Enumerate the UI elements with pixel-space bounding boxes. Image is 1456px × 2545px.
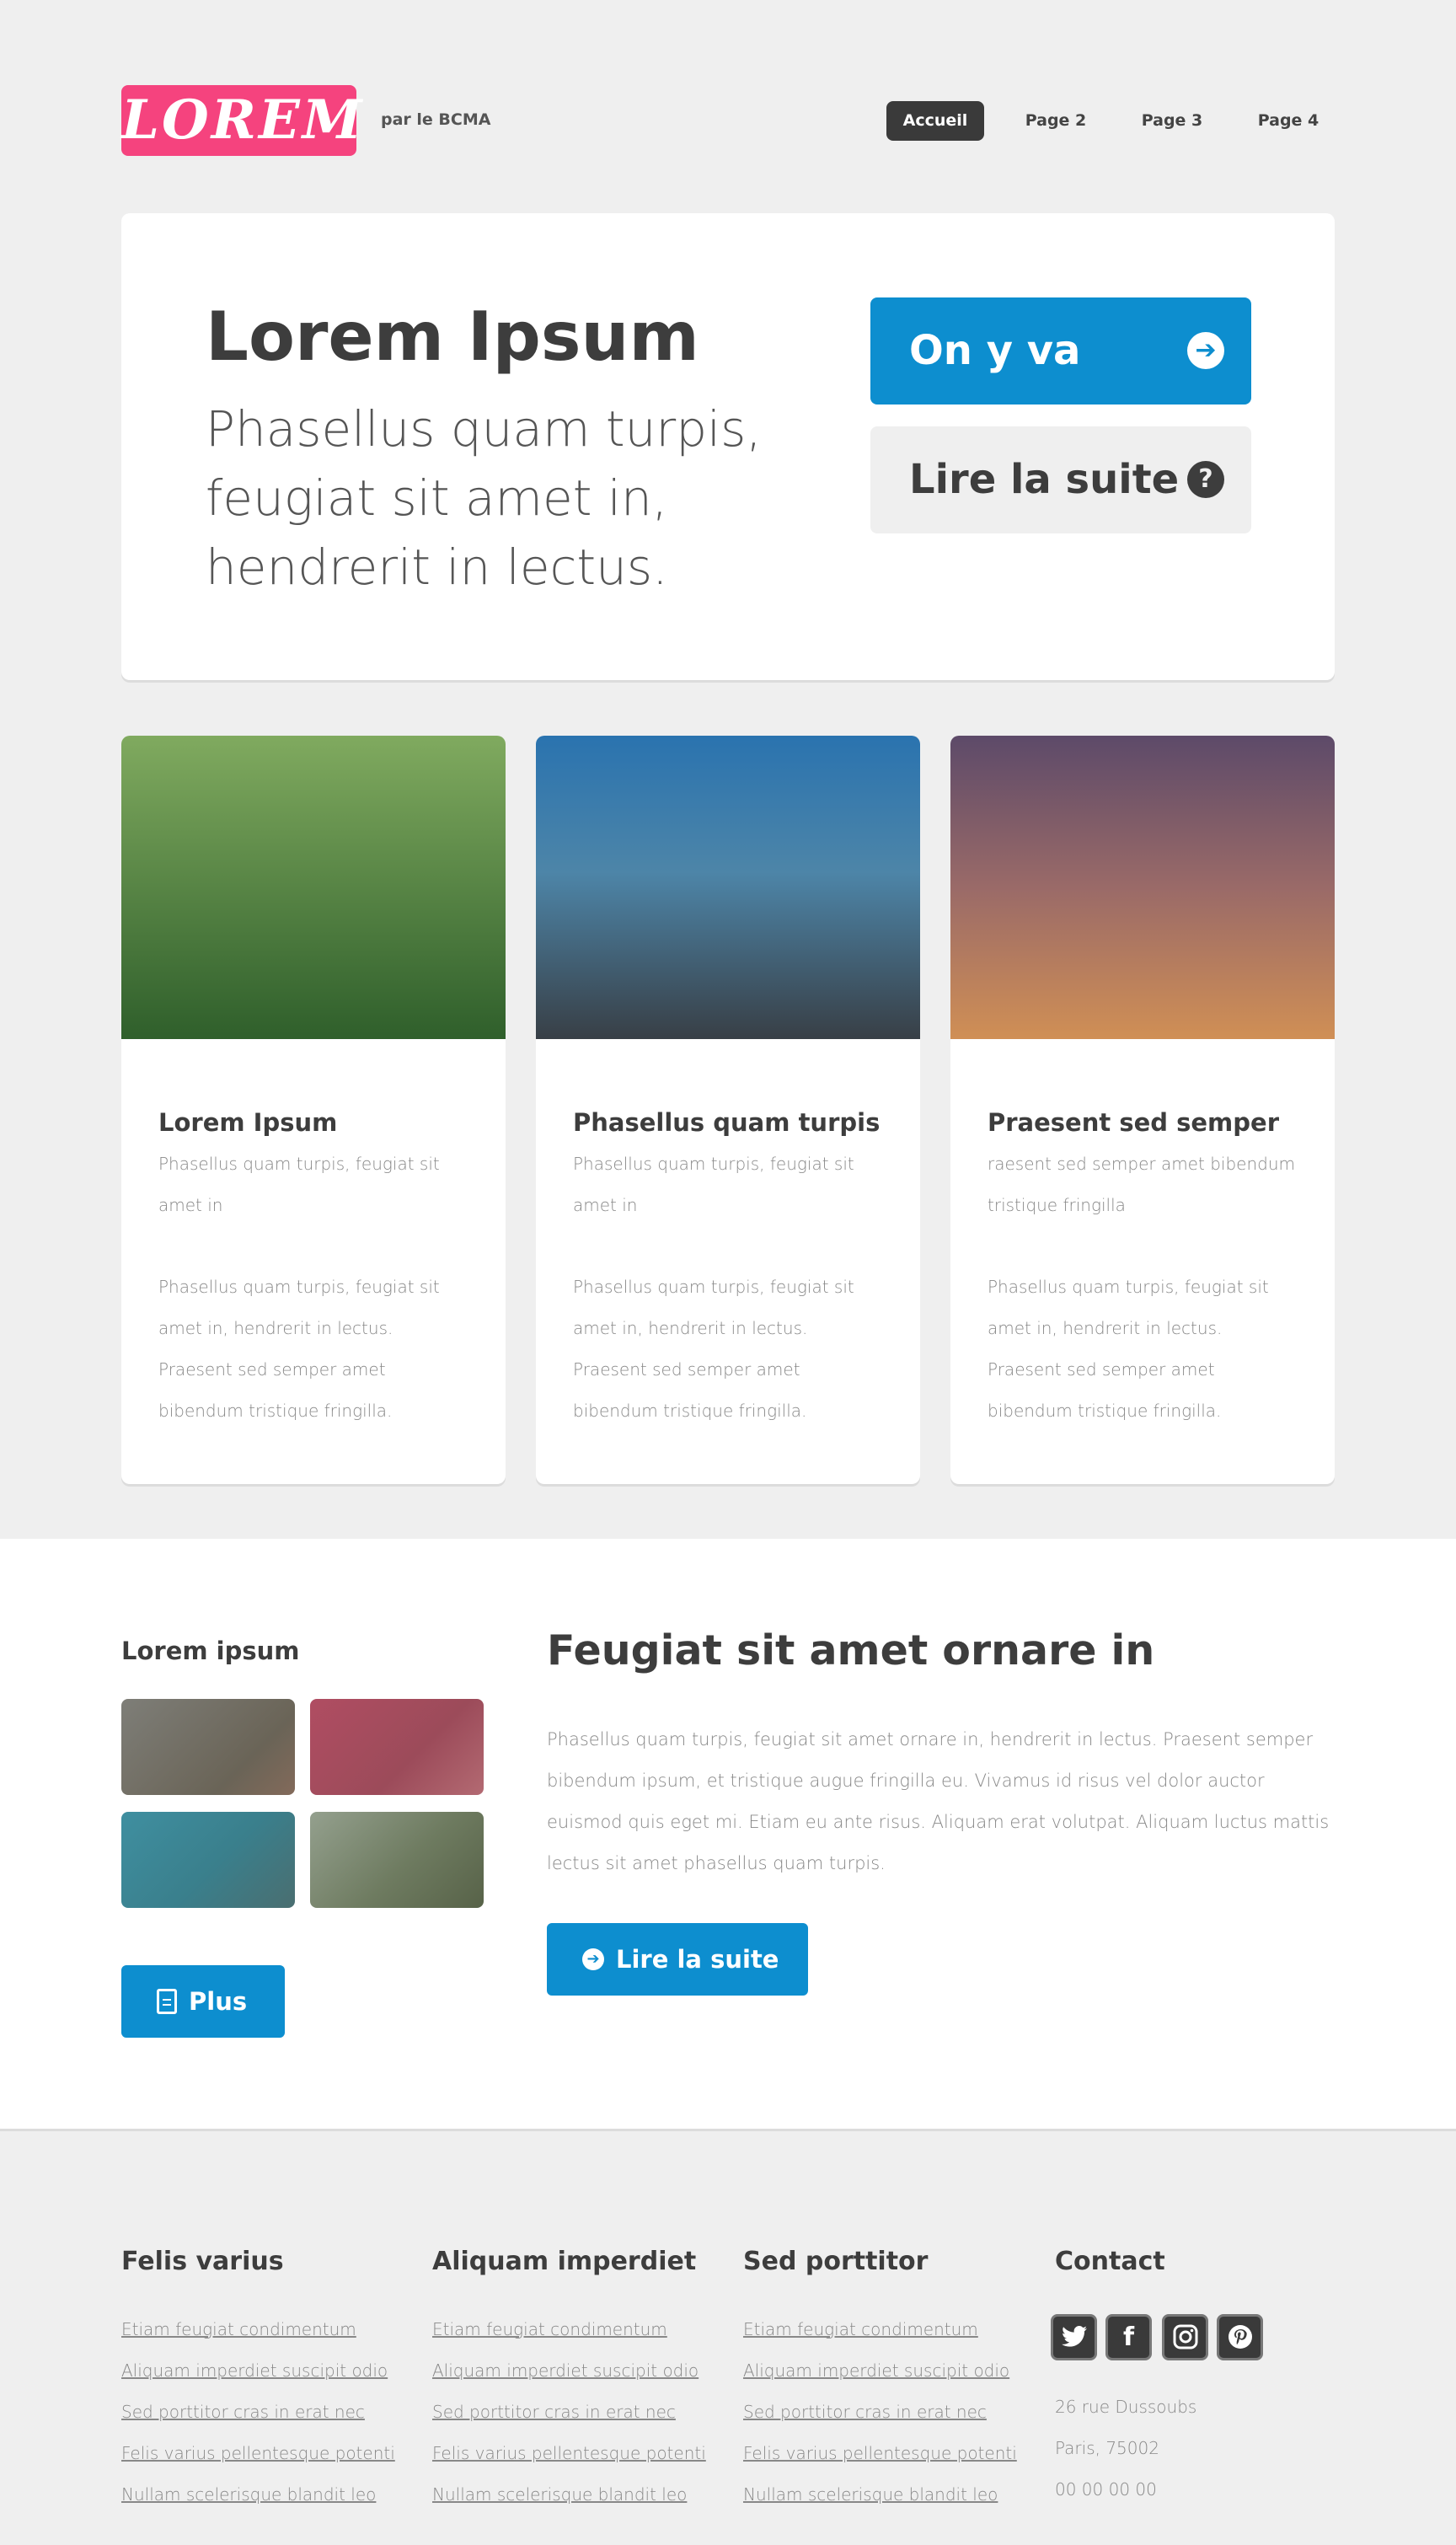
card-intro: raesent sed semper amet bibendum tristiq…: [988, 1154, 1295, 1215]
feature-title: Feugiat sit amet ornare in: [547, 1626, 1155, 1674]
footer-link[interactable]: Aliquam imperdiet suscipit odio: [743, 2350, 1017, 2392]
feature-read-more-label: Lire la suite: [616, 1945, 779, 1974]
hero-title: Lorem Ipsum: [206, 297, 699, 376]
footer-link[interactable]: Felis varius pellentesque potenti: [432, 2433, 706, 2474]
question-circle-icon: ?: [1187, 461, 1224, 498]
card-intro: Phasellus quam turpis, feugiat sit amet …: [573, 1154, 854, 1215]
nav-page-3[interactable]: Page 3: [1123, 101, 1221, 141]
go-button[interactable]: On y va ➔: [870, 297, 1251, 405]
gallery-thumb[interactable]: [121, 1812, 295, 1908]
card-body: Phasellus quam turpis, feugiat sit amet …: [988, 1277, 1269, 1421]
nav-home[interactable]: Accueil: [886, 101, 984, 141]
card-image: [950, 736, 1335, 1039]
footer-column-title: Felis varius: [121, 2247, 284, 2276]
feature-read-more-button[interactable]: ➔ Lire la suite: [547, 1923, 808, 1996]
more-button-label: Plus: [189, 1987, 248, 2016]
card-intro: Phasellus quam turpis, feugiat sit amet …: [158, 1154, 440, 1215]
contact-address: 26 rue Dussoubs Paris, 75002 00 00 00 00: [1055, 2387, 1196, 2510]
contact-line: Paris, 75002: [1055, 2438, 1159, 2458]
twitter-icon[interactable]: [1051, 2314, 1097, 2360]
byline: par le BCMA: [381, 110, 491, 129]
card: Lorem Ipsum Phasellus quam turpis, feugi…: [121, 736, 506, 1484]
hero-subtitle: Phasellus quam turpis, feugiat sit amet …: [206, 394, 795, 602]
footer-link[interactable]: Aliquam imperdiet suscipit odio: [432, 2350, 706, 2392]
go-button-label: On y va: [909, 327, 1081, 374]
logo[interactable]: LOREM: [121, 85, 362, 156]
gallery-thumb[interactable]: [121, 1699, 295, 1795]
gallery-title: Lorem ipsum: [121, 1637, 300, 1665]
hero-subtitle-line: Phasellus quam turpis,: [206, 400, 762, 458]
hero-subtitle-line: feugiat sit amet in,: [206, 469, 668, 527]
card-image: [536, 736, 920, 1039]
footer-link[interactable]: Felis varius pellentesque potenti: [121, 2433, 395, 2474]
arrow-right-circle-icon: ➔: [1187, 332, 1224, 369]
facebook-icon[interactable]: f: [1105, 2314, 1152, 2360]
hero-subtitle-line: hendrerit in lectus.: [206, 538, 668, 596]
card-body: Phasellus quam turpis, feugiat sit amet …: [573, 1277, 854, 1421]
footer-link[interactable]: Sed porttitor cras in erat nec: [743, 2392, 1017, 2433]
card-title: Phasellus quam turpis: [573, 1108, 881, 1137]
gallery-thumb[interactable]: [310, 1812, 484, 1908]
feature-text: Phasellus quam turpis, feugiat sit amet …: [547, 1729, 1330, 1873]
footer-links: Etiam feugiat condimentum Aliquam imperd…: [432, 2309, 706, 2516]
card: Phasellus quam turpis Phasellus quam tur…: [536, 736, 920, 1484]
card-body: Phasellus quam turpis, feugiat sit amet …: [158, 1277, 440, 1421]
contact-line: 26 rue Dussoubs: [1055, 2397, 1197, 2417]
instagram-icon[interactable]: [1162, 2314, 1208, 2360]
contact-line: 00 00 00 00: [1055, 2479, 1157, 2499]
footer-link[interactable]: Sed porttitor cras in erat nec: [432, 2392, 706, 2433]
footer-link[interactable]: Felis varius pellentesque potenti: [743, 2433, 1017, 2474]
gallery-thumb[interactable]: [310, 1699, 484, 1795]
hero-panel: Lorem Ipsum Phasellus quam turpis, feugi…: [121, 213, 1335, 680]
footer-links: Etiam feugiat condimentum Aliquam imperd…: [743, 2309, 1017, 2516]
footer-link[interactable]: Aliquam imperdiet suscipit odio: [121, 2350, 395, 2392]
footer-links: Etiam feugiat condimentum Aliquam imperd…: [121, 2309, 395, 2516]
card-title: Praesent sed semper: [988, 1108, 1279, 1137]
arrow-right-circle-icon: ➔: [582, 1948, 604, 1970]
footer-link[interactable]: Etiam feugiat condimentum: [432, 2309, 706, 2350]
footer-column-title: Sed porttitor: [743, 2247, 929, 2276]
footer-link[interactable]: Nullam scelerisque blandit leo: [121, 2474, 395, 2516]
nav-page-4[interactable]: Page 4: [1239, 101, 1337, 141]
footer-link[interactable]: Etiam feugiat condimentum: [121, 2309, 395, 2350]
card-title: Lorem Ipsum: [158, 1108, 338, 1137]
document-icon: [157, 1989, 177, 2014]
contact-title: Contact: [1055, 2247, 1165, 2276]
footer-link[interactable]: Sed porttitor cras in erat nec: [121, 2392, 395, 2433]
read-more-button-label: Lire la suite: [909, 456, 1180, 503]
card-image: [121, 736, 506, 1039]
more-button[interactable]: Plus: [121, 1965, 285, 2038]
card: Praesent sed semper raesent sed semper a…: [950, 736, 1335, 1484]
footer-link[interactable]: Nullam scelerisque blandit leo: [432, 2474, 706, 2516]
footer-link[interactable]: Etiam feugiat condimentum: [743, 2309, 1017, 2350]
footer-column-title: Aliquam imperdiet: [432, 2247, 697, 2276]
pinterest-icon[interactable]: [1217, 2314, 1263, 2360]
footer-link[interactable]: Nullam scelerisque blandit leo: [743, 2474, 1017, 2516]
nav-page-2[interactable]: Page 2: [1007, 101, 1105, 141]
read-more-button[interactable]: Lire la suite ?: [870, 426, 1251, 533]
